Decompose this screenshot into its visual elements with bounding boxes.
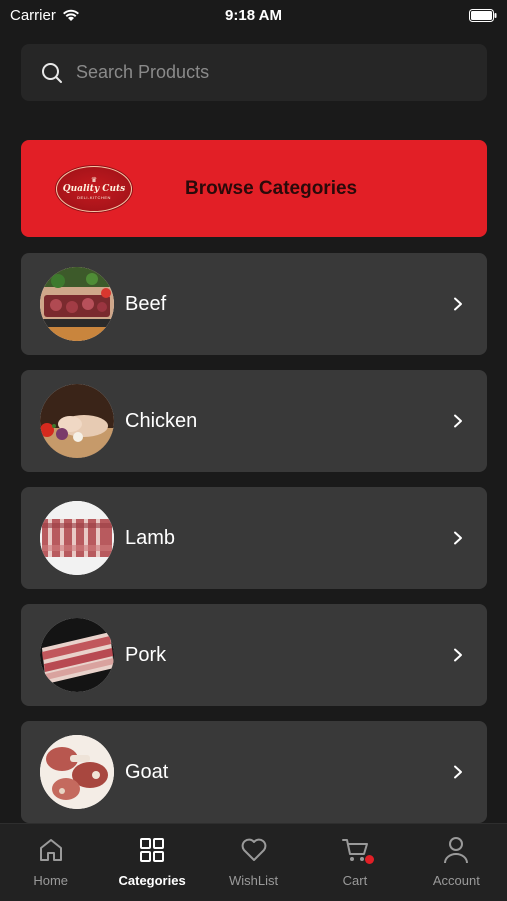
category-item-goat[interactable]: Goat — [21, 721, 487, 823]
goat-thumbnail — [40, 735, 114, 809]
bottom-tab-bar: Home Categories WishList Cart Account — [0, 823, 507, 901]
tab-label: Home — [33, 873, 69, 888]
cart-icon — [341, 836, 374, 864]
search-icon — [40, 61, 64, 85]
chevron-right-icon — [454, 414, 462, 428]
chevron-right-icon — [454, 531, 462, 545]
category-item-pork[interactable]: Pork — [21, 604, 487, 706]
heart-icon — [240, 836, 268, 864]
category-label: Beef — [125, 292, 167, 315]
wifi-icon — [62, 9, 79, 21]
logo-subtext: DELI-KITCHEN — [77, 195, 111, 200]
tab-home[interactable]: Home — [0, 824, 101, 901]
tab-categories[interactable]: Categories — [101, 824, 202, 901]
search-input[interactable] — [74, 61, 458, 84]
search-bar[interactable] — [21, 44, 487, 101]
tab-cart[interactable]: Cart — [304, 824, 405, 901]
home-icon — [38, 836, 64, 864]
tab-label: Cart — [342, 873, 368, 888]
user-icon — [443, 836, 469, 864]
chevron-right-icon — [454, 297, 462, 311]
tab-wishlist[interactable]: WishList — [203, 824, 304, 901]
status-right — [469, 8, 507, 22]
category-label: Pork — [125, 643, 167, 666]
cart-badge — [364, 855, 374, 864]
category-item-chicken[interactable]: Chicken — [21, 370, 487, 472]
grid-icon — [139, 836, 165, 864]
quality-cuts-logo: ♛ Quality Cuts DELI-KITCHEN — [56, 165, 132, 212]
status-left: Carrier — [0, 7, 80, 24]
tab-label: WishList — [228, 873, 279, 888]
chevron-right-icon — [454, 648, 462, 662]
crown-icon: ♛ — [90, 177, 98, 184]
tab-label: Account — [432, 873, 480, 888]
category-label: Lamb — [125, 526, 176, 549]
beef-thumbnail — [40, 267, 114, 341]
tab-account[interactable]: Account — [406, 824, 507, 901]
category-label: Chicken — [125, 409, 198, 432]
lamb-thumbnail — [40, 501, 114, 575]
banner-title: Browse Categories — [185, 177, 358, 199]
tab-label: Categories — [118, 873, 186, 888]
chicken-thumbnail — [40, 384, 114, 458]
category-label: Goat — [125, 760, 169, 783]
battery-icon — [469, 8, 497, 22]
category-item-beef[interactable]: Beef — [21, 253, 487, 355]
pork-thumbnail — [40, 618, 114, 692]
status-bar: Carrier 9:18 AM — [0, 0, 507, 30]
category-item-lamb[interactable]: Lamb — [21, 487, 487, 589]
chevron-right-icon — [454, 765, 462, 779]
carrier-label: Carrier — [10, 6, 56, 24]
browse-categories-banner: ♛ Quality Cuts DELI-KITCHEN Browse Categ… — [21, 140, 487, 237]
logo-text: Quality Cuts — [62, 184, 126, 194]
